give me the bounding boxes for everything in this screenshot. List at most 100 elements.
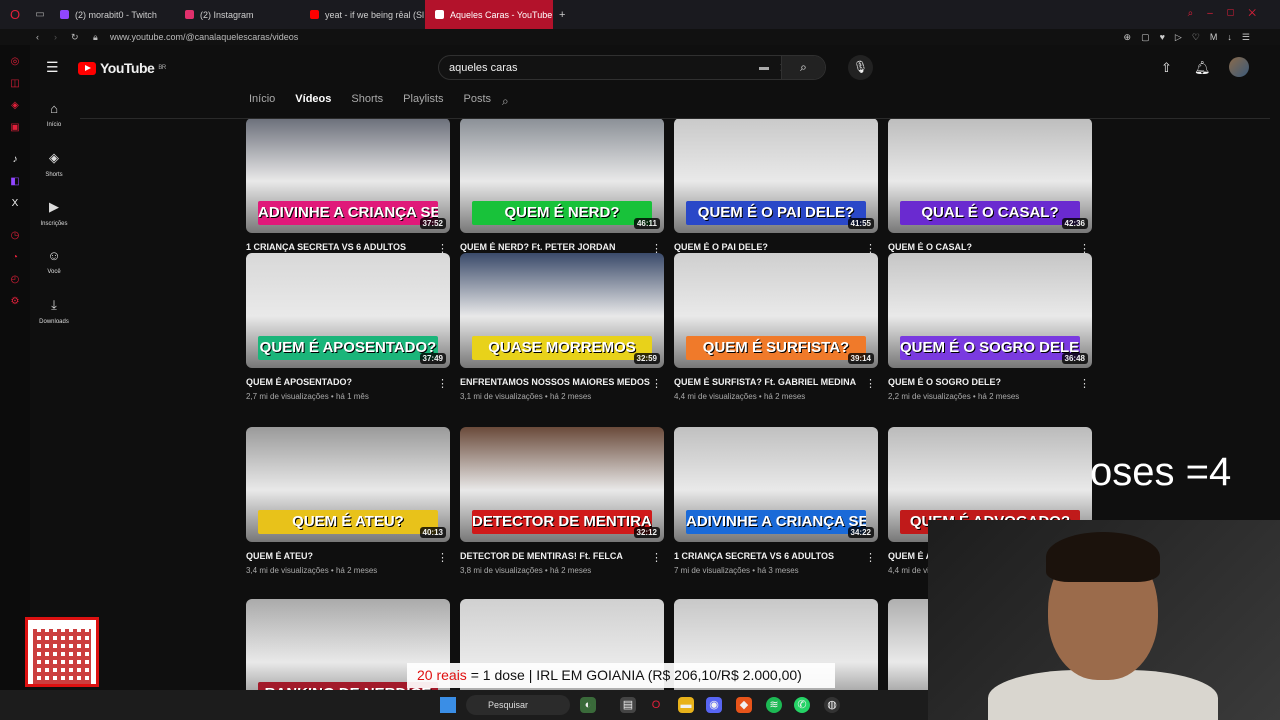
- aria-icon[interactable]: ◎: [10, 57, 20, 67]
- create-icon[interactable]: ⇧: [1161, 60, 1172, 76]
- more-options-icon[interactable]: ⋮: [1079, 377, 1090, 390]
- video-thumbnail[interactable]: DETECTOR DE MENTIRAS 32:12: [460, 427, 664, 542]
- taskbar-search[interactable]: Pesquisar: [466, 695, 570, 715]
- video-card[interactable]: QUASE MORREMOS 32:59 ENFRENTAMOS NOSSOS MA…: [460, 253, 664, 401]
- forward-icon[interactable]: ›: [54, 32, 57, 42]
- search-input[interactable]: aqueles caras: [449, 62, 518, 74]
- tab-favicon-icon: [435, 10, 444, 19]
- youtube-logo[interactable]: YouTube BR: [78, 60, 166, 76]
- video-card[interactable]: ADIVINHE A CRIANÇA SECRETA37:52 1 CRIANÇA…: [246, 119, 450, 266]
- video-title[interactable]: 1 CRIANÇA SECRETA VS 6 ADULTOS: [674, 551, 864, 561]
- tiktok-icon[interactable]: ♪: [10, 155, 20, 165]
- video-card[interactable]: QUEM É ATEU? 40:13 QUEM É ATEU? ⋮ 3,4 mi de …: [246, 427, 450, 575]
- search-button[interactable]: ⌕: [781, 56, 825, 79]
- widgets-icon[interactable]: ◐: [580, 697, 596, 713]
- files-icon[interactable]: ▤: [620, 697, 636, 713]
- more-options-icon[interactable]: ⋮: [651, 551, 662, 564]
- obs-icon[interactable]: ◍: [824, 697, 840, 713]
- brave-icon[interactable]: ◆: [736, 697, 752, 713]
- workspaces-icon[interactable]: ▭: [30, 9, 50, 20]
- spotify-icon[interactable]: ≋: [766, 697, 782, 713]
- player-icon[interactable]: ▣: [10, 123, 20, 133]
- channel-tab[interactable]: Shorts: [351, 93, 383, 113]
- video-thumbnail[interactable]: QUEM É O PAI DELE? 41:55: [674, 119, 878, 233]
- channel-search-icon[interactable]: ⌕: [502, 94, 509, 109]
- video-thumbnail[interactable]: QUEM É SURFISTA? 39:14: [674, 253, 878, 368]
- video-title[interactable]: DETECTOR DE MENTIRAS! Ft. FELCA: [460, 551, 650, 561]
- pinboard-icon[interactable]: ◔: [10, 253, 20, 263]
- video-thumbnail[interactable]: ADIVINHE A CRIANÇA SECRETA37:52: [246, 119, 450, 233]
- video-thumbnail[interactable]: QUEM É O SOGRO DELE? 36:48: [888, 253, 1092, 368]
- reload-icon[interactable]: ↻: [71, 32, 79, 43]
- video-card[interactable]: QUEM É SURFISTA? 39:14 QUEM É SURFISTA? Ft…: [674, 253, 878, 401]
- browser-tab[interactable]: (2) morabit0 - Twitch: [50, 0, 175, 29]
- video-thumbnail[interactable]: QUAL É O CASAL? 42:36: [888, 119, 1092, 233]
- menu-icon[interactable]: ☰: [46, 59, 59, 76]
- video-title[interactable]: ENFRENTAMOS NOSSOS MAIORES MEDOS: [460, 377, 650, 387]
- video-duration: 37:49: [419, 353, 446, 364]
- notifications-icon[interactable]: 🔔︎: [1194, 60, 1211, 76]
- windows-start-icon[interactable]: [440, 697, 456, 713]
- video-thumbnail[interactable]: QUEM É APOSENTADO? 37:49: [246, 253, 450, 368]
- window-controls[interactable]: ⌕–▢✕: [1188, 8, 1270, 19]
- video-title[interactable]: QUEM É O PAI DELE?: [674, 242, 864, 252]
- discord-icon[interactable]: ◉: [706, 697, 722, 713]
- video-title[interactable]: QUEM É APOSENTADO?: [246, 377, 436, 387]
- settings-icon[interactable]: ⚙: [10, 297, 20, 307]
- video-card[interactable]: DETECTOR DE MENTIRAS 32:12 DETECTOR DE MEN…: [460, 427, 664, 575]
- video-title[interactable]: 1 CRIANÇA SECRETA VS 6 ADULTOS: [246, 242, 436, 252]
- channel-tab[interactable]: Playlists: [403, 93, 443, 113]
- video-title[interactable]: QUEM É O CASAL?: [888, 242, 1078, 252]
- video-card[interactable]: QUEM É NERD? 46:11 QUEM É NERD? Ft. PETER …: [460, 119, 664, 266]
- more-options-icon[interactable]: ⋮: [865, 551, 876, 564]
- guide-item[interactable]: ◈ Shorts: [30, 150, 78, 178]
- guide-item[interactable]: ▶ Inscrições: [30, 199, 78, 227]
- more-options-icon[interactable]: ⋮: [437, 377, 448, 390]
- video-title[interactable]: QUEM É NERD? Ft. PETER JORDAN: [460, 242, 650, 252]
- messenger-icon[interactable]: ◈: [10, 101, 20, 111]
- twitch-icon[interactable]: ◧: [10, 177, 20, 187]
- search-box[interactable]: aqueles caras ▬ ✕ ⌕: [438, 55, 826, 80]
- guide-item[interactable]: ⤓ Downloads: [30, 297, 78, 325]
- address-bar: ‹ › ↻ 🔒︎ www.youtube.com/@canalaquelesca…: [0, 29, 1280, 45]
- browser-tab[interactable]: yeat - if we being rēal (Sl: [300, 0, 425, 29]
- x-icon[interactable]: X: [10, 199, 20, 209]
- opera-logo-icon[interactable]: O: [0, 7, 30, 22]
- video-card[interactable]: QUEM É APOSENTADO? 37:49 QUEM É APOSENTADO…: [246, 253, 450, 401]
- avatar[interactable]: [1229, 57, 1249, 77]
- channel-tab[interactable]: Posts: [464, 93, 492, 113]
- video-card[interactable]: QUEM É O SOGRO DELE? 36:48 QUEM É O SOGRO …: [888, 253, 1092, 401]
- video-card[interactable]: ADIVINHE A CRIANÇA SECRETA34:22 1 CRIANÇA…: [674, 427, 878, 575]
- video-thumbnail[interactable]: ADIVINHE A CRIANÇA SECRETA34:22: [674, 427, 878, 542]
- whatsapp-icon[interactable]: ✆: [794, 697, 810, 713]
- mic-icon[interactable]: 🎙︎: [848, 55, 873, 80]
- speed-dial-icon[interactable]: ◫: [10, 79, 20, 89]
- more-options-icon[interactable]: ⋮: [865, 377, 876, 390]
- more-options-icon[interactable]: ⋮: [437, 551, 448, 564]
- more-options-icon[interactable]: ⋮: [651, 377, 662, 390]
- video-card[interactable]: QUEM É O PAI DELE? 41:55 QUEM É O PAI DELE…: [674, 119, 878, 266]
- opera-sidebar: ◎ ◫ ◈ ▣ ♪ ◧ X ◷ ◔ ◴ ⚙: [0, 45, 30, 690]
- keyboard-icon[interactable]: ▬: [759, 62, 769, 73]
- explorer-icon[interactable]: ▬: [678, 697, 694, 713]
- browser-tab[interactable]: (2) Instagram: [175, 0, 300, 29]
- back-icon[interactable]: ‹: [36, 32, 39, 42]
- guide-item[interactable]: ⌂ Início: [30, 101, 78, 128]
- guide-item[interactable]: ☺ Você: [30, 248, 78, 275]
- video-thumbnail[interactable]: QUEM É ATEU? 40:13: [246, 427, 450, 542]
- opera-taskbar-icon[interactable]: O: [648, 697, 664, 713]
- video-thumbnail[interactable]: QUASE MORREMOS 32:59: [460, 253, 664, 368]
- video-title[interactable]: QUEM É O SOGRO DELE?: [888, 377, 1078, 387]
- video-title[interactable]: QUEM É ATEU?: [246, 551, 436, 561]
- video-card[interactable]: QUAL É O CASAL?42:36QUEM É O CASAL?⋮2,8 …: [888, 119, 1092, 266]
- video-title[interactable]: QUEM É SURFISTA? Ft. GABRIEL MEDINA: [674, 377, 864, 387]
- url-field[interactable]: www.youtube.com/@canalaquelescaras/video…: [110, 32, 298, 42]
- new-tab-button[interactable]: +: [559, 9, 565, 21]
- channel-tab[interactable]: Vídeos: [295, 93, 331, 113]
- history-icon[interactable]: ◷: [10, 231, 20, 241]
- downloads-side-icon[interactable]: ◴: [10, 275, 20, 285]
- video-thumbnail[interactable]: QUEM É NERD? 46:11: [460, 119, 664, 233]
- browser-tab[interactable]: Aqueles Caras - YouTube: [425, 0, 553, 29]
- extensions-icons[interactable]: ⊕▢♥▷♡M↓☰: [1124, 32, 1260, 43]
- channel-tab[interactable]: Início: [249, 93, 275, 113]
